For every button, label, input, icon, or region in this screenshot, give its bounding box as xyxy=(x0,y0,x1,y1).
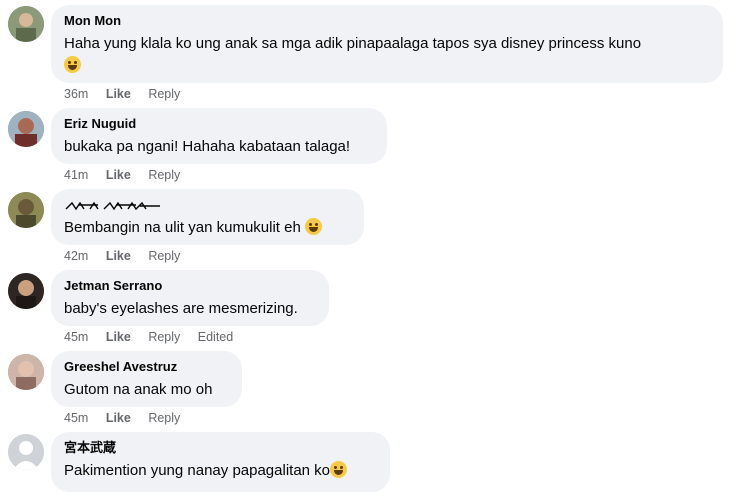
like-button[interactable]: Like xyxy=(106,249,131,263)
comment-bubble: Greeshel Avestruz Gutom na anak mo oh xyxy=(51,351,242,407)
avatar-photo-icon xyxy=(8,192,44,228)
grinning-face-emoji-icon xyxy=(64,56,81,73)
commenter-name[interactable]: Greeshel Avestruz xyxy=(64,359,229,375)
comment-text: Haha yung klala ko ung anak sa mga adik … xyxy=(64,33,710,77)
avatar[interactable] xyxy=(8,111,44,147)
grinning-face-emoji-icon xyxy=(330,461,348,478)
avatar-photo-icon xyxy=(8,111,44,147)
comment-text: baby's eyelashes are mesmerizing. xyxy=(64,300,298,317)
like-button[interactable]: Like xyxy=(106,168,131,182)
reply-button[interactable]: Reply xyxy=(148,249,180,263)
avatar-photo-icon xyxy=(8,354,44,390)
comment-time[interactable]: 42m xyxy=(64,249,88,263)
comment-text: Gutom na anak mo oh xyxy=(64,381,213,398)
comment-time[interactable]: 45m xyxy=(64,411,88,425)
comment-time[interactable]: 36m xyxy=(64,87,88,101)
comment-time[interactable]: 45m xyxy=(64,330,88,344)
reply-button[interactable]: Reply xyxy=(148,168,180,182)
comment-actions: 42m Like Reply xyxy=(64,249,194,263)
reply-button[interactable]: Reply xyxy=(148,411,180,425)
edited-label[interactable]: Edited xyxy=(198,330,233,344)
comment-actions: 41m Like Reply xyxy=(64,168,194,182)
comment-actions: 36m Like Reply xyxy=(64,87,194,101)
comment-actions: 45m Like Reply xyxy=(64,411,194,425)
avatar[interactable] xyxy=(8,6,44,42)
avatar[interactable] xyxy=(8,354,44,390)
comment-actions: 45m Like Reply Edited xyxy=(64,330,247,344)
comment-bubble: Eriz Nuguid bukaka pa ngani! Hahaha kaba… xyxy=(51,108,387,164)
avatar[interactable] xyxy=(8,434,44,470)
avatar[interactable] xyxy=(8,273,44,309)
comment-bubble: Bembangin na ulit yan kumukulit eh xyxy=(51,189,364,245)
like-button[interactable]: Like xyxy=(106,411,131,425)
like-button[interactable]: Like xyxy=(106,330,131,344)
comment-text: bukaka pa ngani! Hahaha kabataan talaga! xyxy=(64,138,351,155)
comment-bubble: Mon Mon Haha yung klala ko ung anak sa m… xyxy=(51,5,723,83)
avatar-photo-icon xyxy=(8,273,44,309)
like-button[interactable]: Like xyxy=(106,87,131,101)
commenter-name[interactable]: 宮本武蔵 xyxy=(64,440,377,456)
comment-text: Pakimention yung nanay papagalitan ko xyxy=(64,460,377,482)
reply-button[interactable]: Reply xyxy=(148,87,180,101)
comment-bubble: Jetman Serrano baby's eyelashes are mesm… xyxy=(51,270,329,326)
commenter-name[interactable]: Eriz Nuguid xyxy=(64,116,374,132)
comment-bubble: 宮本武蔵 Pakimention yung nanay papagalitan … xyxy=(51,432,390,492)
laughing-face-emoji-icon xyxy=(304,218,322,235)
avatar-photo-icon xyxy=(8,6,44,42)
default-avatar-icon xyxy=(8,434,44,470)
comment-time[interactable]: 41m xyxy=(64,168,88,182)
commenter-name[interactable]: Jetman Serrano xyxy=(64,278,316,294)
avatar[interactable] xyxy=(8,192,44,228)
reply-button[interactable]: Reply xyxy=(148,330,180,344)
commenter-name[interactable]: Mon Mon xyxy=(64,13,710,29)
commenter-name-signature-icon[interactable] xyxy=(64,197,164,215)
comment-text: Bembangin na ulit yan kumukulit eh xyxy=(64,217,351,239)
